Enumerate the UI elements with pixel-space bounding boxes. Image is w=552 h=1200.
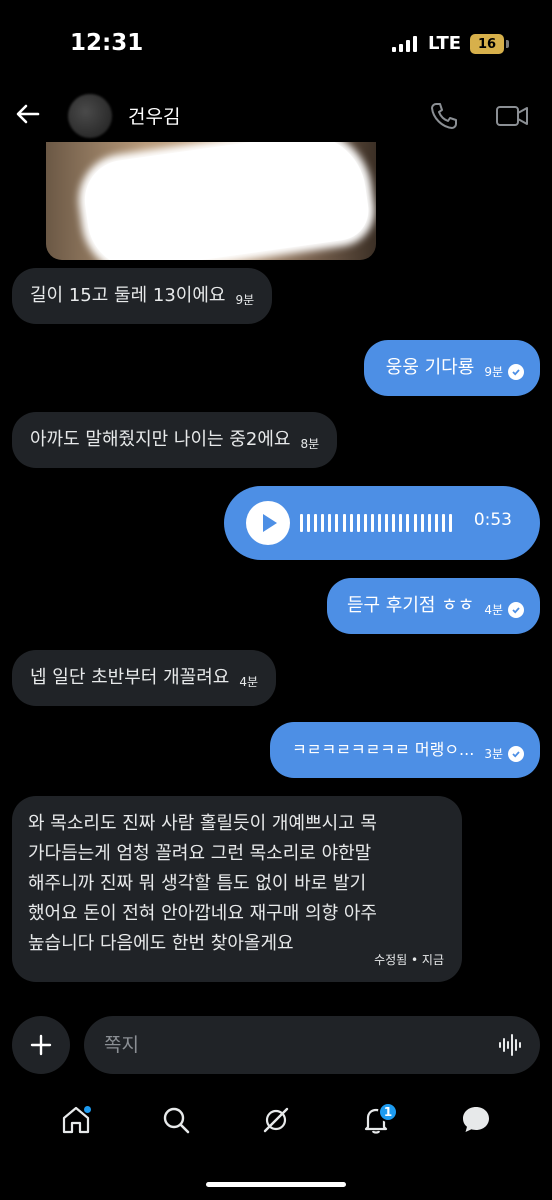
message-text: 아까도 말해줬지만 나이는 중2에요 (30, 429, 291, 450)
compose-bar (0, 1014, 552, 1076)
contact-name[interactable]: 건우김 (128, 102, 180, 129)
message-bubble[interactable]: 넵 일단 초반부터 개꼴려요 4분 (12, 650, 277, 706)
home-indicator (206, 1182, 346, 1187)
message-text: 웅웅 기다룡 (385, 357, 475, 378)
tab-grok[interactable] (252, 1096, 300, 1144)
message-list[interactable]: 길이 15고 둘레 13이에요 9분 웅웅 기다룡 9분 아까도 말해줬지만 나… (0, 142, 552, 1002)
tab-messages[interactable] (452, 1096, 500, 1144)
message-text: 와 목소리도 진짜 사람 홀릴듯이 개예쁘시고 목 가다듬는게 엄청 꼴려요 그… (28, 813, 377, 954)
message-bubble[interactable]: 웅웅 기다룡 9분 (363, 340, 540, 396)
message-bubble[interactable]: 아까도 말해줬지만 나이는 중2에요 8분 (12, 412, 338, 468)
message-bubble[interactable]: ㅋㄹㅋㄹㅋㄹㅋㄹ 머랭ㅇ... 3분 (270, 722, 540, 778)
battery-level: 16 (477, 36, 497, 52)
messages-icon (463, 1107, 489, 1132)
audio-wave-icon[interactable] (498, 1033, 524, 1057)
message-time: 9분 (235, 293, 255, 307)
checkmark-icon (508, 364, 524, 380)
video-camera-icon[interactable] (494, 100, 530, 132)
avatar[interactable] (68, 94, 112, 138)
voice-message[interactable]: 0:53 (224, 486, 540, 560)
search-icon (163, 1107, 190, 1134)
message-time: 3분 (484, 747, 503, 761)
message-bubble[interactable]: 와 목소리도 진짜 사람 홀릴듯이 개예쁘시고 목 가다듬는게 엄청 꼴려요 그… (12, 796, 462, 982)
play-icon (263, 514, 277, 532)
message-time: 4분 (239, 675, 259, 689)
message-bubble[interactable]: 길이 15고 둘레 13이에요 9분 (12, 268, 273, 324)
message-time: 수정됨 • 지금 (374, 953, 444, 967)
grok-icon (263, 1107, 289, 1133)
voice-duration: 0:53 (473, 510, 512, 530)
message-text: 넵 일단 초반부터 개꼴려요 (30, 667, 230, 688)
scribble-redaction (79, 142, 373, 260)
message-time: 8분 (300, 437, 320, 451)
play-button[interactable] (246, 501, 290, 545)
network-type: LTE (428, 33, 462, 54)
message-time: 4분 (484, 603, 503, 617)
message-input[interactable] (104, 1030, 484, 1060)
battery-cap (506, 40, 509, 48)
tab-notifications[interactable]: 1 (352, 1096, 400, 1144)
message-input-container[interactable] (84, 1016, 540, 1074)
plus-icon (30, 1034, 52, 1056)
phone-icon[interactable] (428, 100, 460, 132)
tab-home[interactable] (52, 1096, 100, 1144)
chat-header: 건우김 (0, 90, 552, 142)
back-arrow-icon[interactable] (12, 98, 44, 130)
checkmark-icon (508, 746, 524, 762)
battery-icon: 16 (470, 34, 504, 54)
unread-dot (84, 1106, 91, 1113)
message-text: ㅋㄹㅋㄹㅋㄹㅋㄹ 머랭ㅇ... (292, 740, 475, 759)
shared-image[interactable] (46, 142, 376, 260)
bottom-tab-bar: 1 (0, 1090, 552, 1150)
message-text: 듣구 후기점 ㅎㅎ (346, 595, 475, 616)
message-text: 길이 15고 둘레 13이에요 (30, 285, 226, 306)
message-bubble[interactable]: 듣구 후기점 ㅎㅎ 4분 (326, 578, 540, 634)
audio-waveform[interactable] (300, 512, 452, 534)
cellular-signal-icon (392, 36, 417, 52)
message-time: 9분 (484, 365, 503, 379)
checkmark-icon (508, 602, 524, 618)
tab-search[interactable] (152, 1096, 200, 1144)
add-attachment-button[interactable] (12, 1016, 70, 1074)
status-time: 12:31 (70, 30, 144, 56)
notification-badge: 1 (378, 1102, 398, 1122)
status-bar: 12:31 LTE 16 (0, 0, 552, 90)
